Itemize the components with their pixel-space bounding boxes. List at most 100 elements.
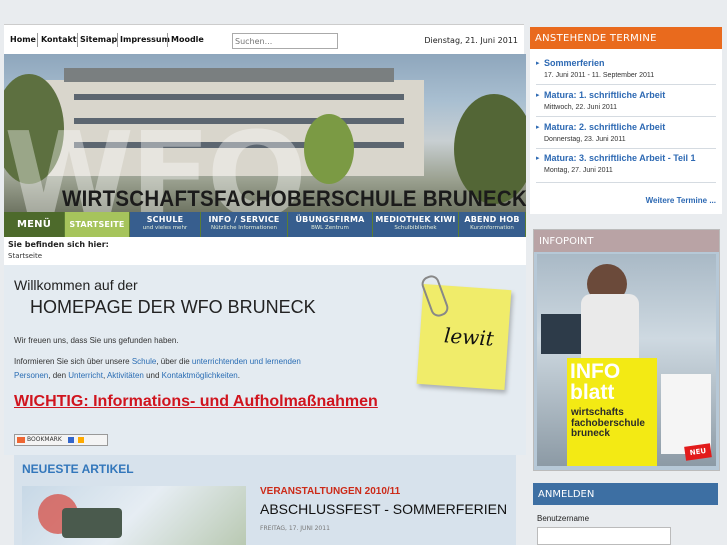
menu-item-sublabel: Nützliche Informationen bbox=[210, 225, 278, 231]
menu-item-label: STARTSEITE bbox=[69, 220, 125, 229]
welcome-section: Willkommen auf der HOMEPAGE DER WFO BRUN… bbox=[4, 265, 526, 455]
menu-item-label: INFO / SERVICE bbox=[208, 215, 280, 224]
event-divider bbox=[536, 182, 716, 183]
arrow-right-icon: ▸ bbox=[536, 123, 540, 131]
event-divider bbox=[536, 84, 716, 85]
event-date: Mittwoch, 22. Juni 2011 bbox=[544, 104, 618, 111]
menu-item-uebungsfirma[interactable]: ÜBUNGSFIRMA BWL Zentrum bbox=[288, 212, 372, 237]
lewit-logo-text: lewit bbox=[443, 323, 495, 351]
menu-label: MENÜ bbox=[16, 219, 52, 230]
tree-image bbox=[304, 114, 354, 184]
infopoint-header: INFOPOINT bbox=[534, 230, 719, 252]
welcome-paragraph: Personen, den Unterricht, Aktivitäten un… bbox=[14, 371, 240, 380]
menu-item-startseite[interactable]: STARTSEITE bbox=[65, 212, 129, 237]
breadcrumb-label: Sie befinden sich hier: bbox=[8, 240, 109, 249]
school-name-title: WIRTSCHAFTSFACHOBERSCHULE BRUNECK bbox=[62, 186, 526, 211]
welcome-heading: Willkommen auf der bbox=[14, 277, 138, 293]
article-headline[interactable]: ABSCHLUSSFEST - SOMMERFERIEN bbox=[260, 501, 507, 517]
breadcrumb-current: Startseite bbox=[8, 252, 43, 260]
main-menu: MENÜ STARTSEITE SCHULE und vieles mehr I… bbox=[4, 212, 526, 237]
event-title[interactable]: Matura: 3. schriftliche Arbeit - Teil 1 bbox=[544, 153, 696, 163]
document-page bbox=[661, 374, 711, 454]
infopoint-title: INFOPOINT bbox=[539, 236, 594, 247]
menu-item-schule[interactable]: SCHULE und vieles mehr bbox=[130, 212, 200, 237]
infopoint-panel: INFOPOINT INFO blatt wirtschafts fachobe… bbox=[533, 229, 720, 471]
menu-item-label: ABEND HOB bbox=[464, 215, 520, 224]
header-banner: WFO WIRTSCHAFTSFACHOBERSCHULE BRUNECK bbox=[4, 54, 526, 212]
event-title[interactable]: Matura: 2. schriftliche Arbeit bbox=[544, 122, 665, 132]
link-kontakt[interactable]: Kontaktmöglichkeiten bbox=[162, 371, 238, 380]
menu-item-sublabel: Schulbibliothek bbox=[394, 225, 437, 231]
event-date: Donnerstag, 23. Juni 2011 bbox=[544, 136, 626, 143]
text-span: und bbox=[143, 371, 162, 380]
menu-item-sublabel: BWL Zentrum bbox=[311, 225, 349, 231]
arrow-right-icon: ▸ bbox=[536, 154, 540, 162]
text-span: , den bbox=[48, 371, 69, 380]
article-category[interactable]: VERANSTALTUNGEN 2010/11 bbox=[260, 486, 400, 497]
welcome-paragraph: Wir freuen uns, dass Sie uns gefunden ha… bbox=[14, 336, 179, 345]
window-row bbox=[74, 94, 404, 100]
link-personen[interactable]: unterrichtenden und lernenden bbox=[192, 357, 301, 366]
breadcrumb: Sie befinden sich hier: Startseite bbox=[4, 237, 526, 265]
events-title: ANSTEHENDE TERMINE bbox=[535, 33, 657, 44]
nav-separator bbox=[77, 33, 78, 47]
event-title[interactable]: Sommerferien bbox=[544, 58, 605, 68]
nav-link-impressum[interactable]: Impressum bbox=[120, 35, 170, 44]
building-roof bbox=[64, 68, 394, 82]
chalkboard-graphic bbox=[62, 508, 122, 538]
menu-item-info-service[interactable]: INFO / SERVICE Nützliche Informationen bbox=[201, 212, 287, 237]
current-date: Dienstag, 21. Juni 2011 bbox=[424, 36, 518, 45]
infoblatt-line: wirtschafts bbox=[571, 407, 624, 418]
welcome-paragraph: Informieren Sie sich über unsere Schule,… bbox=[14, 357, 301, 366]
upcoming-events-panel: ANSTEHENDE TERMINE ▸ Sommerferien 17. Ju… bbox=[530, 27, 722, 214]
event-divider bbox=[536, 116, 716, 117]
student-photo bbox=[581, 294, 639, 364]
event-date: 17. Juni 2011 - 11. September 2011 bbox=[544, 72, 655, 79]
new-badge: NEU bbox=[684, 443, 712, 461]
link-schule[interactable]: Schule bbox=[132, 357, 156, 366]
events-header: ANSTEHENDE TERMINE bbox=[530, 27, 722, 49]
login-title: ANMELDEN bbox=[538, 489, 595, 500]
bookmark-label: BOOKMARK bbox=[27, 436, 62, 443]
menu-toggle[interactable]: MENÜ bbox=[4, 212, 64, 237]
menu-item-label: MEDIOTHEK KIWI bbox=[375, 215, 456, 224]
link-personen[interactable]: Personen bbox=[14, 371, 48, 380]
infoblatt-subtitle: wirtschafts fachoberschule bruneck bbox=[571, 407, 645, 440]
menu-item-label: ÜBUNGSFIRMA bbox=[295, 215, 365, 224]
infoblatt-cover: INFO blatt wirtschafts fachoberschule br… bbox=[567, 358, 657, 466]
bookmark-button[interactable]: BOOKMARK bbox=[14, 434, 108, 446]
nav-link-moodle[interactable]: Moodle bbox=[171, 35, 204, 44]
menu-item-sublabel: Kurzinformation bbox=[470, 225, 514, 231]
search-input[interactable] bbox=[232, 33, 338, 49]
latest-articles: NEUESTE ARTIKEL VERANSTALTUNGEN 2010/11 … bbox=[14, 455, 516, 545]
menu-item-sublabel: und vieles mehr bbox=[142, 225, 188, 231]
event-divider bbox=[536, 148, 716, 149]
welcome-title: HOMEPAGE DER WFO BRUNECK bbox=[30, 297, 316, 317]
infoblatt-line: bruneck bbox=[571, 428, 610, 439]
monitor-photo bbox=[541, 314, 581, 354]
nav-link-sitemap[interactable]: Sitemap bbox=[80, 35, 117, 44]
event-title[interactable]: Matura: 1. schriftliche Arbeit bbox=[544, 90, 665, 100]
nav-link-home[interactable]: Home bbox=[10, 35, 36, 44]
username-field[interactable] bbox=[537, 527, 671, 545]
menu-item-mediothek[interactable]: MEDIOTHEK KIWI Schulbibliothek bbox=[373, 212, 458, 237]
top-navigation-bar: Home Kontakt Sitemap Impressum Moodle Di… bbox=[4, 24, 524, 55]
nav-link-kontakt[interactable]: Kontakt bbox=[41, 35, 77, 44]
text-span: , über die bbox=[156, 357, 192, 366]
share-icon bbox=[67, 436, 74, 443]
articles-title: NEUESTE ARTIKEL bbox=[22, 462, 134, 476]
login-header: ANMELDEN bbox=[533, 483, 718, 505]
more-events-link[interactable]: Weitere Termine ... bbox=[646, 196, 716, 205]
link-unterricht[interactable]: Unterricht bbox=[68, 371, 103, 380]
bookmark-icon bbox=[17, 436, 25, 443]
article-thumbnail[interactable] bbox=[22, 486, 246, 545]
article-date: FREITAG, 17. JUNI 2011 bbox=[260, 525, 330, 532]
username-label: Benutzername bbox=[537, 514, 590, 523]
text-span: Informieren Sie sich über unsere bbox=[14, 357, 132, 366]
important-notice-link[interactable]: WICHTIG: Informations- und Aufholmaßnahm… bbox=[14, 393, 378, 411]
infopoint-banner[interactable]: INFO blatt wirtschafts fachoberschule br… bbox=[537, 254, 716, 466]
menu-item-abend-hob[interactable]: ABEND HOB Kurzinformation bbox=[459, 212, 525, 237]
infoblatt-title: INFO bbox=[570, 360, 621, 383]
sticky-note-logo: lewit bbox=[412, 273, 514, 393]
link-aktivitaeten[interactable]: Aktivitäten bbox=[107, 371, 144, 380]
